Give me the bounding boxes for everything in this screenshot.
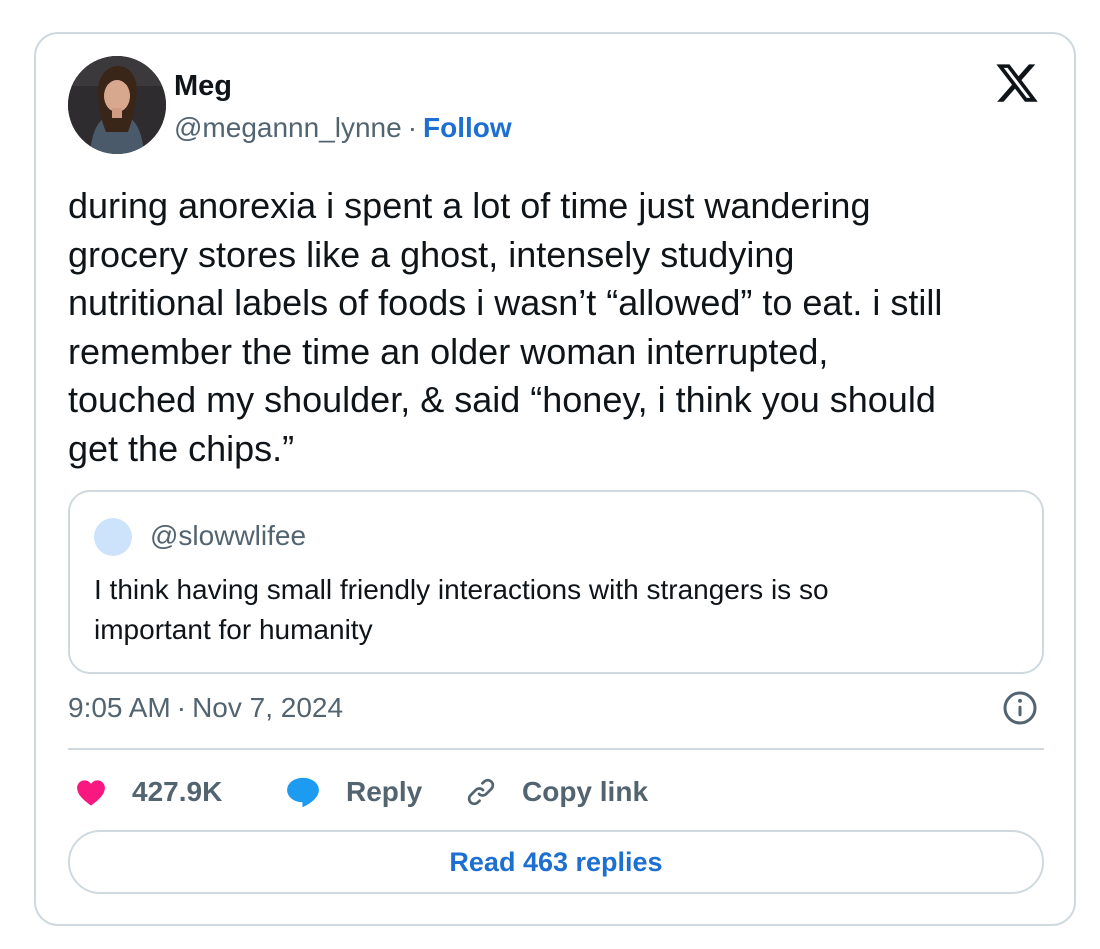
tweet-line: nutritional labels of foods i wasn’t “al… <box>68 282 943 323</box>
separator-dot: · <box>407 112 418 143</box>
tweet-line: remember the time an older woman interru… <box>68 330 829 372</box>
tweet-date: Nov 7, 2024 <box>192 692 344 723</box>
tweet-line: grocery stores like a ghost, intensely s… <box>68 233 795 275</box>
copy-link-label: Copy link <box>522 776 649 807</box>
tweet-text: during anorexia i spent a lot of time ju… <box>68 182 1043 473</box>
tweet-line: during anorexia i spent a lot of time ju… <box>68 185 871 226</box>
like-count: 427.9K <box>132 776 223 807</box>
reply-button[interactable]: Reply <box>284 770 422 814</box>
separator-dot: · <box>176 692 187 723</box>
tweet-card: Meg @megannn_lynne · Follow during anorexi… <box>34 32 1076 926</box>
quoted-line: important for humanity <box>94 614 373 645</box>
quoted-avatar <box>94 518 132 556</box>
tweet-line: get the chips.” <box>68 427 295 469</box>
x-logo-icon[interactable] <box>994 60 1040 106</box>
like-button[interactable]: 427.9K <box>74 770 222 814</box>
divider <box>68 748 1044 750</box>
heart-icon <box>77 780 105 806</box>
reply-label: Reply <box>346 776 423 807</box>
quoted-handle: @slowwlifee <box>150 520 307 551</box>
tweet-time: 9:05 AM <box>68 692 171 723</box>
copy-link-button[interactable]: Copy link <box>464 770 648 814</box>
info-icon[interactable] <box>1002 690 1038 726</box>
quoted-line: I think having small friendly interactio… <box>94 574 829 605</box>
author-avatar[interactable] <box>68 56 166 154</box>
read-replies-button[interactable]: Read 463 replies <box>68 830 1044 894</box>
link-icon <box>467 778 495 806</box>
author-handle-row: @megannn_lynne · Follow <box>174 112 512 144</box>
author-handle[interactable]: @megannn_lynne <box>174 112 402 143</box>
timestamp[interactable]: 9:05 AM · Nov 7, 2024 <box>68 692 343 724</box>
quoted-text: I think having small friendly interactio… <box>94 570 1014 650</box>
quoted-tweet[interactable]: @slowwlifee I think having small friendl… <box>68 490 1044 674</box>
tweet-line: touched my shoulder, & said “honey, i th… <box>68 379 936 420</box>
author-name[interactable]: Meg <box>174 70 232 103</box>
reply-bubble-icon <box>287 777 319 808</box>
follow-button[interactable]: Follow <box>423 112 512 143</box>
